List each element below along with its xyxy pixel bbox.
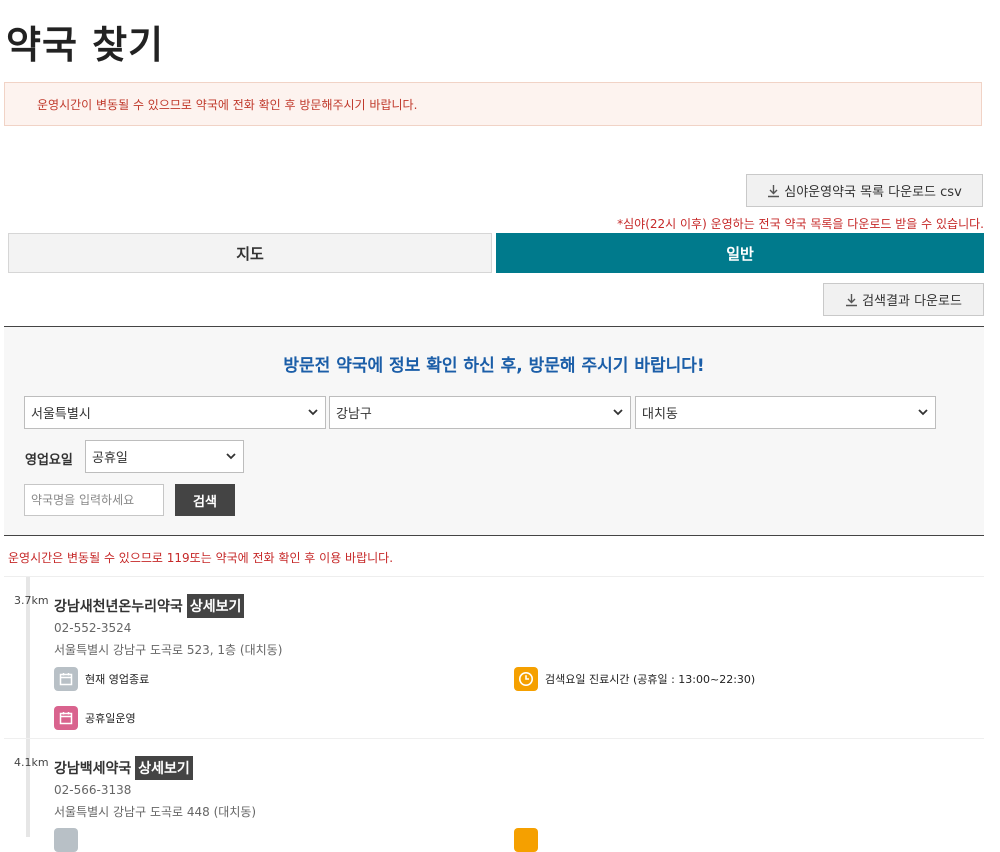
pharmacy-name-row: 강남새천년온누리약국 상세보기 (54, 594, 245, 618)
notice-box: 운영시간이 변동될 수 있으므로 약국에 전화 확인 후 방문해주시기 바랍니다… (4, 82, 982, 126)
search-button[interactable]: 검색 (175, 484, 235, 516)
holiday-status-text: 공휴일운영 (85, 712, 136, 725)
business-day-label: 영업요일 (25, 453, 73, 468)
operating-hours (514, 828, 538, 852)
tab-map[interactable]: 지도 (8, 233, 492, 273)
distance-label: 3.7km (14, 594, 49, 607)
notice-text: 운영시간이 변동될 수 있으므로 약국에 전화 확인 후 방문해주시기 바랍니다… (37, 97, 418, 112)
status-now: 현재 영업종료 (54, 667, 149, 691)
detail-view-button[interactable]: 상세보기 (135, 756, 193, 780)
clock-icon (514, 828, 538, 852)
csv-download-label: 심야운영약국 목록 다운로드 csv (784, 185, 962, 200)
tab-general[interactable]: 일반 (496, 233, 984, 273)
page-title: 약국 찾기 (6, 23, 165, 67)
city-select-value: 서울특별시 (31, 407, 91, 422)
chevron-down-icon (613, 409, 623, 416)
chevron-down-icon (918, 409, 928, 416)
download-icon (846, 293, 858, 306)
distance-label: 4.1km (14, 756, 49, 769)
status-now (54, 828, 78, 852)
district-select[interactable]: 강남구 (329, 396, 631, 429)
calendar-icon (54, 828, 78, 852)
results-note: 운영시간은 변동될 수 있으므로 119또는 약국에 전화 확인 후 이용 바랍… (8, 551, 394, 565)
pharmacy-phone: 02-566-3138 (54, 783, 132, 797)
business-day-select[interactable]: 공휴일 (85, 440, 244, 473)
result-download-label: 검색결과 다운로드 (862, 294, 962, 309)
operating-hours: 검색요일 진료시간 (공휴일 : 13:00~22:30) (514, 667, 755, 691)
operating-hours-text: 검색요일 진료시간 (공휴일 : 13:00~22:30) (545, 673, 756, 686)
pharmacy-name-row: 강남백세약국 상세보기 (54, 756, 193, 780)
holiday-status: 공휴일운영 (54, 706, 136, 730)
calendar-icon (54, 667, 78, 691)
result-download-button[interactable]: 검색결과 다운로드 (823, 283, 984, 316)
business-day-value: 공휴일 (92, 451, 128, 466)
detail-view-button[interactable]: 상세보기 (186, 594, 245, 618)
pharmacy-list-item: 4.1km 강남백세약국 상세보기 02-566-3138 서울특별시 강남구 … (0, 739, 1000, 852)
pharmacy-name: 강남백세약국 (54, 761, 132, 777)
csv-download-note: *심야(22시 이후) 운영하는 전국 약국 목록을 다운로드 받을 수 있습니… (617, 217, 984, 231)
chevron-down-icon (308, 409, 318, 416)
pharmacy-phone: 02-552-3524 (54, 621, 132, 635)
dong-select[interactable]: 대치동 (635, 396, 936, 429)
pharmacy-name: 강남새천년온누리약국 (54, 599, 183, 615)
pharmacy-list-item: 3.7km 강남새천년온누리약국 상세보기 02-552-3524 서울특별시 … (0, 577, 1000, 737)
city-select[interactable]: 서울특별시 (24, 396, 326, 429)
calendar-icon (54, 706, 78, 730)
pharmacy-address: 서울특별시 강남구 도곡로 523, 1층 (대치동) (54, 643, 283, 657)
csv-download-button[interactable]: 심야운영약국 목록 다운로드 csv (746, 174, 983, 207)
clock-icon (514, 667, 538, 691)
search-panel: 방문전 약국에 정보 확인 하신 후, 방문해 주시기 바랍니다! 서울특별시 … (4, 326, 984, 536)
district-select-value: 강남구 (336, 407, 372, 422)
search-heading: 방문전 약국에 정보 확인 하신 후, 방문해 주시기 바랍니다! (283, 356, 705, 376)
download-icon (768, 184, 780, 197)
tab-map-label: 지도 (236, 244, 264, 263)
status-now-text: 현재 영업종료 (85, 673, 150, 686)
pharmacy-address: 서울특별시 강남구 도곡로 448 (대치동) (54, 805, 257, 819)
tab-general-label: 일반 (726, 244, 754, 263)
pharmacy-name-input[interactable] (24, 484, 164, 516)
dong-select-value: 대치동 (642, 407, 678, 422)
chevron-down-icon (226, 453, 236, 460)
